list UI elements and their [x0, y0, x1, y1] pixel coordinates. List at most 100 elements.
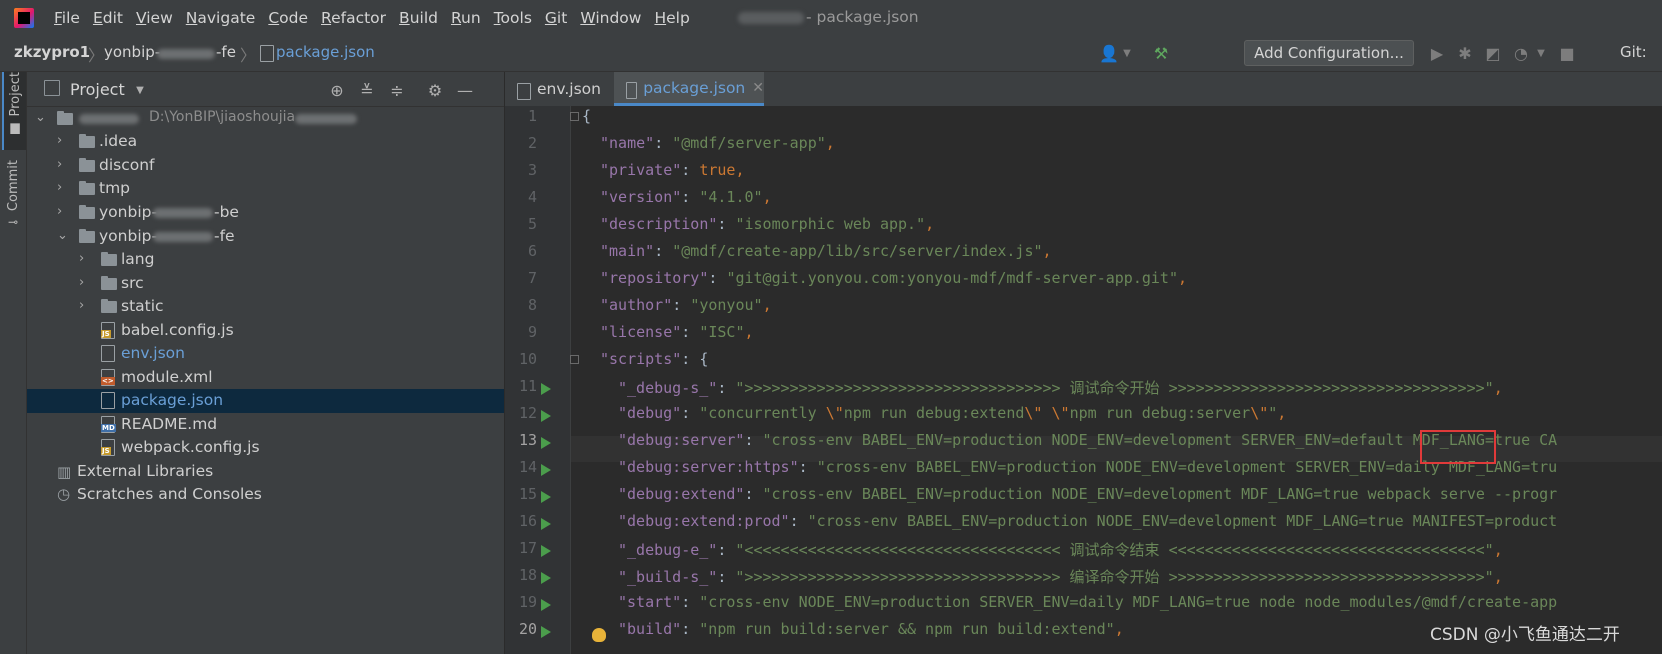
tree-row-babel-config[interactable]: JS babel.config.js: [27, 319, 504, 343]
run-icon[interactable]: ▶: [1426, 42, 1448, 64]
run-script-icon[interactable]: [541, 572, 551, 584]
commit-tool-window-button[interactable]: Commit ⊸: [2, 160, 24, 240]
chevron-right-icon[interactable]: ›: [57, 157, 69, 172]
gear-icon[interactable]: ⚙: [425, 80, 445, 100]
breadcrumb-module[interactable]: yonbip-: [104, 43, 160, 61]
collapse-all-icon[interactable]: ≑: [387, 80, 407, 100]
code-line-19: "start": "cross-env NODE_ENV=production …: [618, 593, 1558, 611]
chevron-right-icon[interactable]: ›: [57, 133, 69, 148]
tree-row-be[interactable]: › yonbip- -be: [27, 201, 504, 225]
js-file-icon: JS: [101, 322, 115, 339]
run-script-icon[interactable]: [541, 437, 551, 449]
chevron-down-icon[interactable]: ▼: [130, 80, 150, 100]
menu-tools[interactable]: Tools: [494, 9, 532, 27]
tree-row-tmp[interactable]: › tmp: [27, 177, 504, 201]
json-value: "4.1.0": [699, 188, 763, 206]
tree-label: static: [121, 297, 164, 315]
chevron-down-icon[interactable]: ⌄: [57, 228, 69, 243]
tree-row-scratches[interactable]: ◷ Scratches and Consoles: [27, 483, 504, 507]
json-value: "cross-env BABEL_ENV=production NODE_ENV…: [762, 485, 1558, 503]
breadcrumb-separator-icon: 〉: [88, 46, 105, 65]
lightbulb-icon[interactable]: [592, 628, 606, 642]
tree-label: lang: [121, 250, 155, 268]
menu-refactor[interactable]: Refactor: [321, 9, 386, 27]
run-script-icon[interactable]: [541, 599, 551, 611]
menu-edit[interactable]: Edit: [93, 9, 123, 27]
tree-row-root[interactable]: ⌄ D:\YonBIP\jiaoshoujia: [27, 107, 504, 131]
tree-label: yonbip-: [99, 227, 158, 245]
run-script-icon[interactable]: [541, 545, 551, 557]
run-script-icon[interactable]: [541, 491, 551, 503]
coverage-icon[interactable]: ◩: [1482, 42, 1504, 64]
locate-file-icon[interactable]: ⊕: [327, 80, 347, 100]
menu-file[interactable]: File: [54, 9, 80, 27]
chevron-right-icon[interactable]: ›: [79, 298, 91, 313]
menu-run[interactable]: Run: [451, 9, 481, 27]
chevron-down-icon[interactable]: ⌄: [35, 110, 47, 125]
menu-code[interactable]: Code: [268, 9, 308, 27]
tree-row-readme[interactable]: MD README.md: [27, 413, 504, 437]
breadcrumb-separator-icon: 〉: [240, 46, 257, 65]
stripe-commit-label: Commit: [5, 160, 21, 212]
tree-row-webpack-config[interactable]: JS webpack.config.js: [27, 436, 504, 460]
escape-seq: \": [1250, 404, 1269, 422]
add-configuration-button[interactable]: Add Configuration...: [1244, 40, 1414, 66]
tree-label: src: [121, 274, 144, 292]
build-hammer-icon[interactable]: ⚒: [1150, 42, 1172, 64]
menu-git[interactable]: Git: [545, 9, 567, 27]
tab-env-json[interactable]: env.json: [505, 72, 611, 105]
git-label: Git:: [1620, 43, 1647, 61]
run-script-icon[interactable]: [541, 383, 551, 395]
fold-icon[interactable]: [570, 112, 579, 121]
json-value: "<<<<<<<<<<<<<<<<<<<<<<<<<<<<<<<<<<< 调试命…: [735, 541, 1494, 559]
tree-row-module-xml[interactable]: <> module.xml: [27, 366, 504, 390]
debug-icon[interactable]: ✱: [1454, 42, 1476, 64]
menu-build[interactable]: Build: [399, 9, 438, 27]
escape-seq: \": [825, 404, 844, 422]
tree-row-src[interactable]: › src: [27, 272, 504, 296]
tree-row-package-json[interactable]: package.json: [27, 389, 504, 413]
line-number: 18: [518, 566, 537, 584]
tree-row-external-libraries[interactable]: ▥ External Libraries: [27, 460, 504, 484]
close-icon[interactable]: ✕: [752, 80, 764, 96]
chevron-down-icon[interactable]: ▼: [1116, 42, 1138, 64]
run-script-icon[interactable]: [541, 410, 551, 422]
json-value: "@mdf/create-app/lib/src/server/index.js…: [672, 242, 1043, 260]
profiler-icon[interactable]: ◔: [1510, 42, 1532, 64]
tab-package-json[interactable]: package.json ✕: [614, 72, 764, 106]
breadcrumb-project[interactable]: zkzypro1: [14, 43, 90, 61]
run-script-icon[interactable]: [541, 626, 551, 638]
tree-label: tmp: [99, 179, 131, 197]
chevron-right-icon[interactable]: ›: [79, 275, 91, 290]
menu-window[interactable]: Window: [580, 9, 641, 27]
breadcrumb-file[interactable]: package.json: [276, 43, 375, 61]
json-key: "version": [600, 188, 682, 206]
json-value: npm run debug:server: [1069, 404, 1251, 422]
line-number: 4: [527, 188, 537, 206]
hide-panel-icon[interactable]: —: [455, 80, 475, 100]
tab-label: package.json: [643, 78, 746, 97]
stop-icon[interactable]: ■: [1556, 42, 1578, 64]
tree-row-fe[interactable]: ⌄ yonbip- -fe: [27, 225, 504, 249]
tree-row-disconf[interactable]: › disconf: [27, 154, 504, 178]
menu-navigate[interactable]: Navigate: [186, 9, 256, 27]
tree-row-env-json[interactable]: env.json: [27, 342, 504, 366]
project-tool-window-button[interactable]: Project ▆: [2, 72, 26, 150]
code-line-3: "private": true,: [600, 161, 745, 179]
chevron-right-icon[interactable]: ›: [57, 180, 69, 195]
run-script-icon[interactable]: [541, 464, 551, 476]
run-script-icon[interactable]: [541, 518, 551, 530]
chevron-right-icon[interactable]: ›: [79, 251, 91, 266]
menu-help[interactable]: Help: [654, 9, 689, 27]
project-panel-title[interactable]: Project: [70, 80, 125, 99]
tree-row-static[interactable]: › static: [27, 295, 504, 319]
folder-icon: [79, 158, 95, 172]
tree-row-lang[interactable]: › lang: [27, 248, 504, 272]
breadcrumb-module-suffix[interactable]: -fe: [216, 43, 236, 61]
tree-row-idea[interactable]: › .idea: [27, 130, 504, 154]
chevron-right-icon[interactable]: ›: [57, 204, 69, 219]
menu-view[interactable]: View: [136, 9, 173, 27]
fold-icon[interactable]: [570, 355, 579, 364]
expand-all-icon[interactable]: ≚: [357, 80, 377, 100]
chevron-down-icon[interactable]: ▼: [1530, 42, 1552, 64]
